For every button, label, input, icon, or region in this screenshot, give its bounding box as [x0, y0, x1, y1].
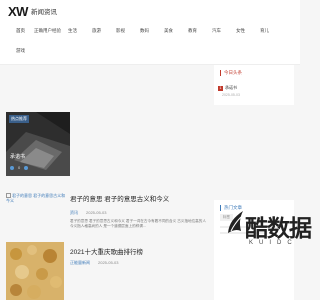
article-title[interactable]: 2021十大重庆歌曲排行榜 [70, 246, 143, 256]
article-date: 2025-05-03 [86, 210, 107, 215]
article-date: 2025-05-03 [98, 260, 119, 265]
rank-number: 1 [218, 85, 223, 91]
hot-news-item[interactable]: 1 承诺书 [218, 85, 237, 91]
article-excerpt: 君子的意思 君子的意思古义和今义 君子一词在古今有着不同的含义 古义指地位高的人… [70, 219, 206, 228]
article-category[interactable]: 资讯 [70, 210, 78, 216]
article-category[interactable]: 正能量新闻 [70, 260, 90, 266]
nav-item-digital[interactable]: 数码 [140, 28, 149, 34]
site-header: XW 新闻资讯 首页 正确用户经验 生活 旅游 影视 数码 美食 教育 汽车 女… [0, 0, 300, 65]
widget-title: 今日头条 [220, 70, 242, 76]
hot-news-widget: 今日头条 1 承诺书 2025-05-03 [214, 65, 294, 105]
nav-item-travel[interactable]: 旅游 [92, 28, 101, 34]
thumbnail-alt-text: 君子的意思 君子的意思古义和今义 [6, 193, 66, 204]
nav-item-games[interactable]: 游戏 [16, 48, 25, 54]
watermark-subtext: KUIDC [249, 240, 298, 246]
site-name: 新闻资讯 [30, 9, 57, 16]
views-count: 0 [18, 165, 21, 170]
watermark: 酷数据 KUIDC [223, 205, 312, 285]
featured-meta: 0 [10, 165, 29, 170]
bird-logo-icon [228, 211, 243, 233]
watermark-text: 酷数据 [245, 215, 312, 241]
article-thumbnail[interactable]: 君子的意思 君子的意思古义和今义 [6, 193, 66, 203]
article-meta: 正能量新闻 2025-05-03 [70, 260, 118, 266]
hot-news-title[interactable]: 承诺书 [225, 85, 237, 91]
nav-item-food[interactable]: 美食 [164, 28, 173, 34]
featured-card[interactable]: 热点推荐 承诺书 0 [6, 112, 70, 176]
site-logo[interactable]: XW 新闻资讯 [8, 3, 57, 19]
nav-item-life[interactable]: 生活 [68, 28, 77, 34]
nav-item-film[interactable]: 影视 [116, 28, 125, 34]
featured-title[interactable]: 承诺书 [10, 153, 25, 160]
nav-item-education[interactable]: 教育 [188, 28, 197, 34]
logo-mark: XW [8, 3, 28, 19]
article-item: 君子的意思 君子的意思古义和今义 君子的意思 君子的意思古义和今义 资讯 202… [6, 193, 206, 239]
nav-item-home[interactable]: 首页 [16, 28, 25, 34]
nav-item-parenting[interactable]: 育儿 [260, 28, 269, 34]
article-item: 2021十大重庆歌曲排行榜 正能量新闻 2025-05-03 [6, 238, 206, 300]
article-thumbnail[interactable] [6, 242, 64, 300]
nav-item-women[interactable]: 女性 [236, 28, 245, 34]
nav-item-car[interactable]: 汽车 [212, 28, 221, 34]
article-title[interactable]: 君子的意思 君子的意思古义和今义 [70, 193, 169, 203]
hot-news-date: 2025-05-03 [222, 93, 240, 97]
share-icon [24, 165, 29, 170]
like-icon [10, 165, 14, 170]
article-meta: 资讯 2025-05-03 [70, 210, 106, 216]
nav-item-experience[interactable]: 正确用户经验 [34, 28, 61, 34]
featured-badge: 热点推荐 [9, 115, 29, 123]
